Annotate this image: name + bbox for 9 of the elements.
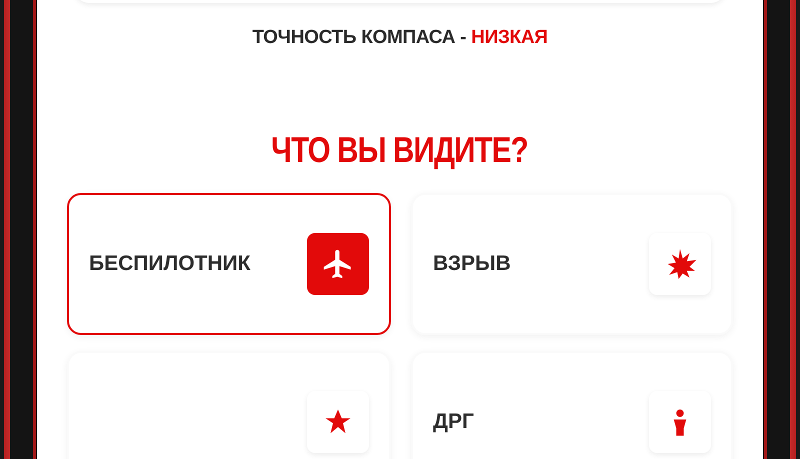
- option-card[interactable]: [67, 351, 391, 459]
- option-card[interactable]: БЕСПИЛОТНИК: [67, 193, 391, 335]
- compass-accuracy-text: ТОЧНОСТЬ КОМПАСА - НИЗКАЯ: [252, 27, 548, 49]
- question-heading: ЧТО ВЫ ВИДИТЕ?: [272, 129, 528, 171]
- option-card[interactable]: ВЗРЫВ: [411, 193, 733, 335]
- option-label: ВЗРЫВ: [433, 252, 511, 276]
- option-label: БЕСПИЛОТНИК: [89, 252, 250, 276]
- option-label: ДРГ: [433, 410, 474, 434]
- option-card[interactable]: ДРГ: [411, 351, 733, 459]
